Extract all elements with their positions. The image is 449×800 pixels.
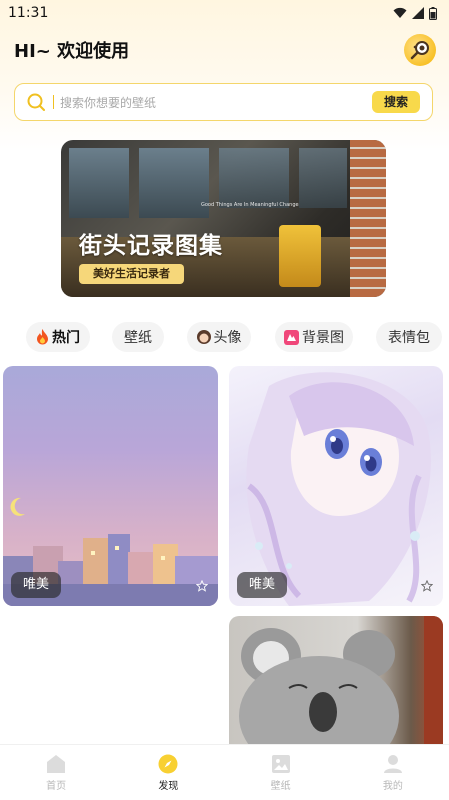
tab-stickers[interactable]: 表情包 <box>376 322 442 352</box>
status-time: 11:31 <box>8 5 49 21</box>
wallpaper-card[interactable] <box>229 616 443 744</box>
card-tag: 唯美 <box>237 572 288 598</box>
tab-label: 壁纸 <box>124 330 152 346</box>
banner-window <box>139 148 209 218</box>
wallpaper-image <box>246 372 431 606</box>
image-icon <box>271 754 290 773</box>
banner-carousel[interactable]: Good Things Are In Meaningful Change 街头记… <box>61 140 386 297</box>
banner-window <box>299 148 347 208</box>
banner-window <box>219 148 289 208</box>
wallpaper-card[interactable]: 唯美 <box>229 366 443 606</box>
compass-icon <box>158 754 178 773</box>
tab-label: 背景图 <box>302 330 344 346</box>
grid-icon <box>284 329 299 345</box>
nav-label: 我的 <box>382 780 403 792</box>
magnifier-face-icon <box>410 41 429 60</box>
nav-profile[interactable]: 我的 <box>348 754 438 792</box>
banner-brick-wall <box>350 140 386 297</box>
search-bar[interactable]: 搜索你想要的壁纸 搜索 <box>14 83 433 121</box>
fire-icon <box>37 329 48 345</box>
wallpaper-image <box>239 616 443 744</box>
user-icon <box>383 754 402 773</box>
header: HI~ 欢迎使用 <box>14 34 436 66</box>
signal-icon <box>412 7 424 19</box>
avatar[interactable] <box>404 34 436 66</box>
status-bar: 11:31 <box>0 0 449 26</box>
search-button[interactable]: 搜索 <box>371 91 420 113</box>
card-tag: 唯美 <box>11 572 62 598</box>
nav-label: 壁纸 <box>270 780 291 792</box>
search-input[interactable]: 搜索你想要的壁纸 <box>60 94 372 111</box>
banner-title: 街头记录图集 <box>79 233 223 259</box>
category-tabs: 热门 壁纸 头像 背景图 表情包 <box>0 322 449 352</box>
status-icons <box>393 6 437 20</box>
tab-background[interactable]: 背景图 <box>275 322 353 352</box>
banner-window <box>69 148 129 218</box>
greeting-title: HI~ 欢迎使用 <box>14 41 130 62</box>
favorite-star-icon[interactable] <box>421 580 433 592</box>
nav-home[interactable]: 首页 <box>11 754 101 792</box>
tab-label: 表情包 <box>388 330 430 346</box>
tab-label: 头像 <box>213 330 242 346</box>
tab-label: 热门 <box>52 330 80 346</box>
banner-chair <box>279 225 321 287</box>
home-icon <box>47 754 66 773</box>
search-icon <box>27 93 45 111</box>
wallpaper-image <box>3 497 218 606</box>
bottom-navigation: 首页 发现 壁纸 我的 <box>0 744 449 800</box>
tab-avatar[interactable]: 头像 <box>187 322 251 352</box>
text-cursor <box>53 95 54 109</box>
wallpaper-card[interactable]: 唯美 <box>3 366 218 606</box>
girl-icon <box>196 330 211 344</box>
tab-hot[interactable]: 热门 <box>26 322 90 352</box>
favorite-star-icon[interactable] <box>196 580 208 592</box>
battery-icon <box>429 6 437 20</box>
nav-discover[interactable]: 发现 <box>123 754 213 792</box>
nav-label: 首页 <box>46 780 67 792</box>
banner-subtitle: 美好生活记录者 <box>79 264 184 284</box>
wifi-icon <box>393 7 407 18</box>
nav-wallpaper[interactable]: 壁纸 <box>236 754 326 792</box>
banner-small-text: Good Things Are In Meaningful Change <box>201 202 299 208</box>
nav-label: 发现 <box>158 780 179 792</box>
tab-wallpaper[interactable]: 壁纸 <box>112 322 164 352</box>
